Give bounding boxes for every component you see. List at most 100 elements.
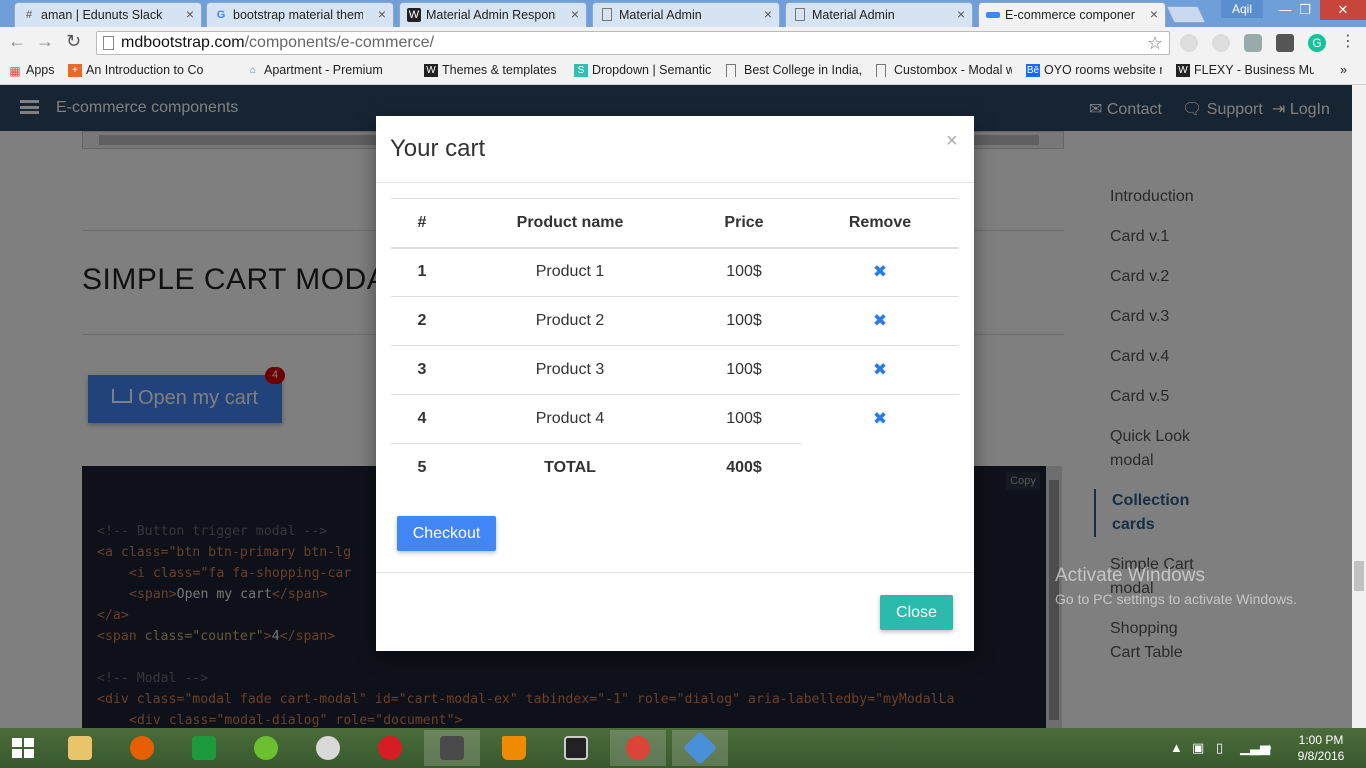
browser-tab[interactable]: Material Admin × (592, 2, 780, 27)
remove-icon[interactable]: ✖ (873, 360, 887, 379)
cart-table: # Product name Price Remove 1 Product 1 … (391, 198, 959, 493)
extension-icon[interactable] (1212, 34, 1230, 52)
volume-icon[interactable]: ♪ (1266, 740, 1273, 755)
modal-close-x-icon[interactable]: × (946, 130, 958, 153)
row-number: 2 (391, 296, 453, 346)
address-toolbar: ← → ↻ mdbootstrap.com/components/e-comme… (0, 27, 1366, 59)
firefox-icon[interactable] (114, 730, 170, 766)
table-row: 3 Product 3 100$ ✖ (391, 345, 959, 395)
remove-icon[interactable]: ✖ (873, 262, 887, 281)
grammarly-icon[interactable]: G (1308, 34, 1326, 52)
back-icon[interactable]: ← (8, 31, 26, 52)
close-tab-icon[interactable]: × (764, 6, 772, 22)
menu-icon[interactable]: ⋮ (1340, 31, 1356, 51)
shield-icon[interactable] (1244, 34, 1262, 52)
bookmark-star-icon[interactable]: ☆ (1147, 33, 1163, 54)
page-icon (876, 64, 886, 77)
more-bookmarks-icon[interactable]: » (1340, 63, 1347, 77)
table-row: 1 Product 1 100$ ✖ (391, 247, 959, 297)
close-tab-icon[interactable]: × (378, 6, 386, 22)
google-icon: G (216, 9, 226, 21)
scroll-thumb[interactable] (1354, 561, 1364, 591)
close-tab-icon[interactable]: × (1150, 6, 1158, 22)
checkout-button[interactable]: Checkout (397, 516, 496, 551)
bookmark-item[interactable]: S Dropdown | Semantic (574, 63, 714, 77)
table-header-row: # Product name Price Remove (391, 198, 959, 249)
extension-icon[interactable] (1180, 34, 1198, 52)
column-header: Product name (453, 198, 687, 249)
browser-tab[interactable]: W Material Admin Responsiv × (399, 2, 587, 27)
table-row: 4 Product 4 100$ ✖ (391, 394, 959, 444)
page-icon (795, 8, 805, 21)
close-button[interactable]: Close (880, 595, 953, 630)
plus-icon: + (68, 64, 82, 77)
bookmark-item[interactable]: W FLEXY - Business Mult (1176, 63, 1314, 77)
network-warning-icon[interactable]: ▣ (1192, 740, 1204, 756)
restore-icon[interactable]: ❐ (1290, 0, 1320, 20)
new-tab-button[interactable] (1166, 6, 1206, 23)
tab-title: E-commerce components (1005, 8, 1135, 22)
url-host: mdbootstrap.com (121, 34, 245, 51)
tab-title: Material Admin Responsiv (426, 8, 556, 22)
reload-icon[interactable]: ↻ (66, 31, 81, 52)
tab-title: bootstrap material theme (233, 8, 363, 22)
url-bar[interactable]: mdbootstrap.com/components/e-commerce/ ☆ (96, 31, 1170, 55)
sublime-text-icon[interactable] (424, 730, 480, 766)
bookmark-item[interactable]: ⌂ Apartment - Premium (246, 63, 384, 77)
store-icon[interactable] (176, 730, 232, 766)
browser-tab-active[interactable]: E-commerce components × (978, 2, 1166, 27)
app-icon[interactable] (238, 730, 294, 766)
close-tab-icon[interactable]: × (186, 6, 194, 22)
close-tab-icon[interactable]: × (957, 6, 965, 22)
apps-grid-icon: ▦ (9, 64, 21, 77)
page-vertical-scrollbar[interactable] (1352, 85, 1366, 728)
close-tab-icon[interactable]: × (571, 6, 579, 22)
window-close-icon[interactable]: ✕ (1320, 0, 1366, 20)
clock-date[interactable]: 9/8/2016 (1296, 749, 1346, 763)
product-price: 100$ (687, 394, 801, 444)
home-icon: ⌂ (249, 65, 257, 76)
remove-icon[interactable]: ✖ (873, 311, 887, 330)
browser-tab[interactable]: Material Admin × (785, 2, 973, 27)
clock-time[interactable]: 1:00 PM (1296, 733, 1346, 747)
paint-icon[interactable] (300, 730, 356, 766)
bookmark-item[interactable]: + An Introduction to Co (68, 63, 206, 77)
forward-icon[interactable]: → (36, 31, 54, 52)
bookmark-item[interactable]: ▦ Apps (8, 63, 63, 77)
behance-icon: Bē (1026, 64, 1040, 77)
opera-icon[interactable] (362, 730, 418, 766)
activate-windows-subtitle: Go to PC settings to activate Windows. (1055, 591, 1297, 607)
row-number: 3 (391, 345, 453, 395)
extension-icon[interactable] (1276, 34, 1294, 52)
column-header: Price (687, 198, 801, 249)
chrome-icon[interactable] (610, 730, 666, 766)
remove-icon[interactable]: ✖ (873, 409, 887, 428)
app-icon[interactable] (672, 730, 728, 766)
total-price: 400$ (726, 459, 762, 477)
table-row: 2 Product 2 100$ ✖ (391, 296, 959, 346)
product-price: 100$ (687, 296, 801, 346)
modal-title: Your cart (390, 135, 486, 162)
browser-titlebar: # aman | Edunuts Slack × G bootstrap mat… (0, 0, 1366, 27)
s-logo-icon: S (574, 64, 588, 77)
tab-title: Material Admin (619, 8, 702, 22)
browser-tab[interactable]: G bootstrap material theme × (206, 2, 394, 27)
bookmark-item[interactable]: W Themes & templates (424, 63, 564, 77)
file-explorer-icon[interactable] (52, 730, 108, 766)
windows-start-icon[interactable] (12, 738, 34, 758)
vlc-icon[interactable] (486, 730, 542, 766)
tab-title: aman | Edunuts Slack (41, 8, 163, 22)
bookmark-item[interactable]: Bē OYO rooms website r (1026, 63, 1162, 77)
row-number: 5 (417, 459, 427, 477)
product-name: Product 4 (453, 394, 687, 444)
product-name: Product 1 (453, 247, 687, 297)
profile-user-label[interactable]: Aqil (1221, 0, 1263, 18)
battery-icon[interactable]: ▯ (1216, 740, 1223, 756)
tray-expand-icon[interactable]: ▲ (1170, 740, 1183, 755)
bookmark-item[interactable]: Custombox - Modal w (876, 63, 1012, 77)
terminal-icon[interactable] (548, 730, 604, 766)
page-info-icon[interactable] (103, 36, 114, 50)
product-price: 100$ (687, 345, 801, 395)
browser-tab[interactable]: # aman | Edunuts Slack × (14, 2, 202, 27)
bookmark-item[interactable]: Best College in India, (726, 63, 862, 77)
